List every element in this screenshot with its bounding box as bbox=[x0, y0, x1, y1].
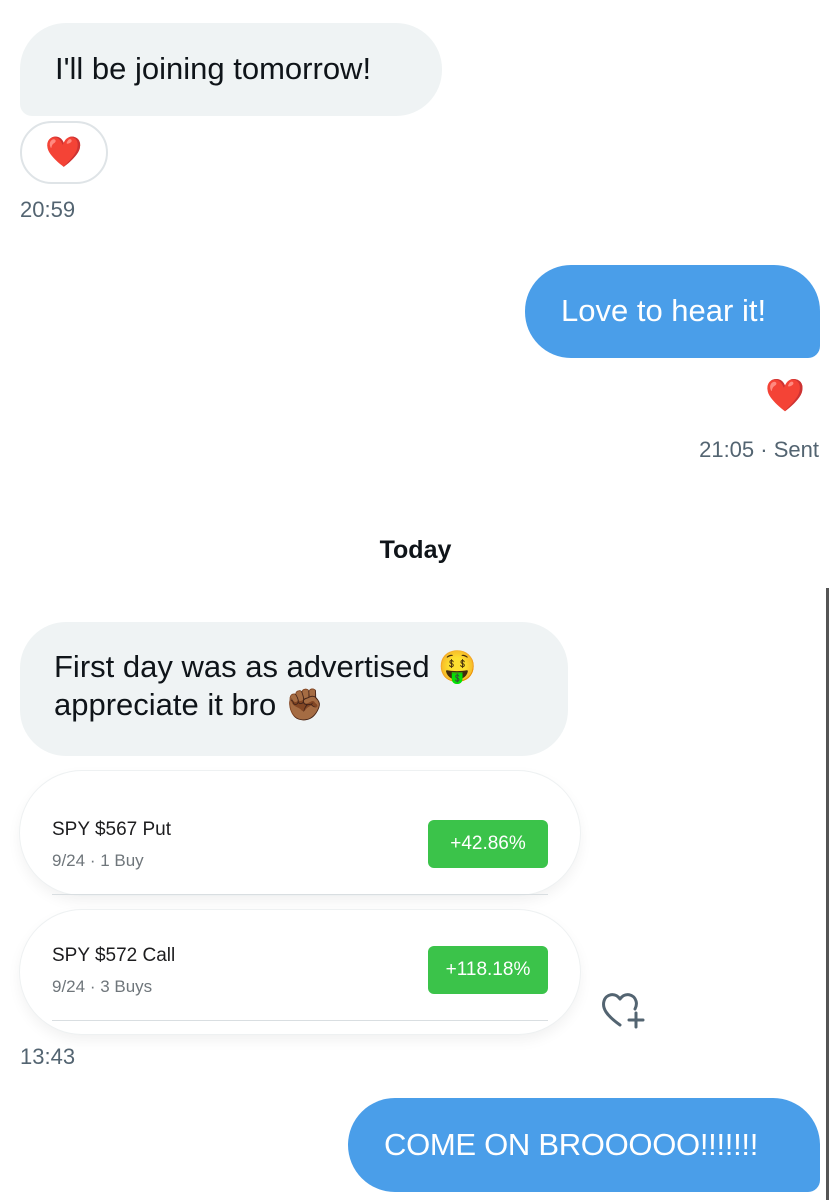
raised-fist-emoji-icon: ✊🏾 bbox=[284, 687, 324, 723]
message-meta: 21:05 · Sent bbox=[699, 437, 819, 462]
message-timestamp: 13:43 bbox=[20, 1044, 76, 1069]
divider bbox=[52, 1020, 548, 1021]
gain-badge: +118.18% bbox=[428, 946, 548, 994]
trade-card[interactable]: SPY $567 Put 9/24 · 1 Buy +42.86% bbox=[20, 771, 580, 895]
scrollbar[interactable] bbox=[826, 588, 829, 1200]
message-bubble-received[interactable]: I'll be joining tomorrow! bbox=[20, 23, 442, 116]
trade-subtitle: 9/24 · 1 Buy bbox=[52, 851, 144, 870]
message-bubble-received[interactable]: First day was as advertised 🤑 appreciate… bbox=[20, 622, 568, 756]
message-text-line: appreciate it bro ✊🏾 bbox=[54, 687, 324, 723]
reaction-pill[interactable]: ❤️ bbox=[20, 121, 108, 184]
money-mouth-emoji-icon: 🤑 bbox=[438, 649, 477, 685]
trade-card[interactable]: SPY $572 Call 9/24 · 3 Buys +118.18% bbox=[20, 910, 580, 1034]
trade-title: SPY $572 Call bbox=[52, 945, 176, 966]
message-text: Love to hear it! bbox=[561, 293, 767, 328]
message-bubble-sent[interactable]: COME ON BROOOOO!!!!!!! bbox=[348, 1098, 820, 1192]
message-timestamp: 21:05 bbox=[699, 437, 755, 462]
trade-subtitle: 9/24 · 3 Buys bbox=[52, 977, 153, 996]
message-status: Sent bbox=[773, 437, 819, 462]
divider bbox=[52, 894, 548, 895]
heart-reaction-icon[interactable]: ❤️ bbox=[765, 376, 805, 414]
message-text-line: First day was as advertised 🤑 bbox=[54, 649, 477, 685]
add-reaction-button[interactable] bbox=[600, 990, 650, 1030]
message-timestamp: 20:59 bbox=[20, 197, 76, 222]
message-bubble-sent[interactable]: Love to hear it! bbox=[525, 265, 820, 358]
message-text: COME ON BROOOOO!!!!!!! bbox=[384, 1127, 759, 1162]
trade-title: SPY $567 Put bbox=[52, 819, 172, 840]
heart-plus-icon bbox=[602, 993, 645, 1029]
date-divider: Today bbox=[379, 536, 452, 564]
heart-reaction-icon: ❤️ bbox=[45, 135, 83, 170]
gain-badge: +42.86% bbox=[428, 820, 548, 868]
message-text: I'll be joining tomorrow! bbox=[55, 51, 372, 86]
